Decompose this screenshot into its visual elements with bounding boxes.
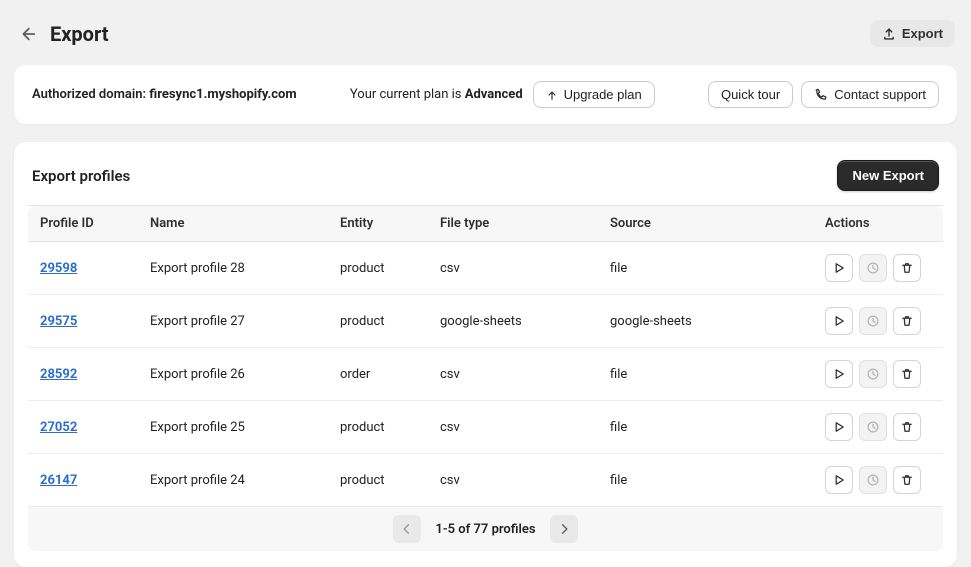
next-page-button[interactable]	[550, 515, 578, 543]
table-row: 27052 Export profile 25 product csv file	[28, 401, 943, 454]
run-button[interactable]	[825, 254, 853, 282]
clock-icon	[866, 367, 880, 381]
col-file-type: File type	[428, 206, 598, 242]
profile-id-link[interactable]: 29575	[40, 314, 77, 329]
table-row: 29598 Export profile 28 product csv file	[28, 242, 943, 295]
row-name: Export profile 28	[138, 242, 328, 295]
row-name: Export profile 26	[138, 348, 328, 401]
clock-icon	[866, 420, 880, 434]
export-icon	[882, 27, 896, 41]
quick-tour-label: Quick tour	[721, 87, 780, 102]
back-button[interactable]	[16, 23, 38, 45]
upgrade-plan-label: Upgrade plan	[564, 87, 642, 102]
trash-icon	[900, 420, 914, 434]
prev-page-button[interactable]	[393, 515, 421, 543]
export-button-label: Export	[902, 26, 943, 41]
play-icon	[832, 314, 846, 328]
domain-value: firesync1.myshopify.com	[149, 87, 296, 102]
row-file-type: csv	[428, 401, 598, 454]
schedule-button[interactable]	[859, 254, 887, 282]
play-icon	[832, 261, 846, 275]
profile-id-link[interactable]: 27052	[40, 420, 77, 435]
row-name: Export profile 24	[138, 454, 328, 507]
page-title: Export	[50, 22, 109, 46]
card-title: Export profiles	[32, 167, 130, 185]
profile-id-link[interactable]: 29598	[40, 261, 77, 276]
arrow-left-icon	[18, 25, 36, 43]
phone-icon	[814, 88, 828, 102]
row-source: file	[598, 242, 813, 295]
run-button[interactable]	[825, 466, 853, 494]
chevron-right-icon	[557, 522, 571, 536]
row-entity: product	[328, 454, 428, 507]
col-source: Source	[598, 206, 813, 242]
run-button[interactable]	[825, 413, 853, 441]
run-button[interactable]	[825, 307, 853, 335]
plan-text: Your current plan is Advanced	[350, 87, 523, 102]
new-export-label: New Export	[852, 168, 924, 183]
row-source: file	[598, 454, 813, 507]
trash-icon	[900, 314, 914, 328]
schedule-button[interactable]	[859, 413, 887, 441]
row-file-type: csv	[428, 348, 598, 401]
trash-icon	[900, 261, 914, 275]
plan-value: Advanced	[465, 87, 523, 102]
col-name: Name	[138, 206, 328, 242]
profile-id-link[interactable]: 28592	[40, 367, 77, 382]
authorized-domain: Authorized domain: firesync1.myshopify.c…	[32, 87, 297, 102]
info-bar: Authorized domain: firesync1.myshopify.c…	[14, 65, 957, 124]
chevron-left-icon	[400, 522, 414, 536]
export-button[interactable]: Export	[870, 20, 955, 47]
row-source: file	[598, 401, 813, 454]
row-source: google-sheets	[598, 295, 813, 348]
row-entity: product	[328, 401, 428, 454]
col-entity: Entity	[328, 206, 428, 242]
table-row: 26147 Export profile 24 product csv file	[28, 454, 943, 507]
clock-icon	[866, 314, 880, 328]
table-row: 29575 Export profile 27 product google-s…	[28, 295, 943, 348]
play-icon	[832, 473, 846, 487]
upgrade-plan-button[interactable]: Upgrade plan	[533, 81, 655, 108]
domain-prefix: Authorized domain:	[32, 87, 149, 102]
contact-support-label: Contact support	[834, 87, 926, 102]
delete-button[interactable]	[893, 254, 921, 282]
schedule-button[interactable]	[859, 360, 887, 388]
row-name: Export profile 25	[138, 401, 328, 454]
run-button[interactable]	[825, 360, 853, 388]
row-file-type: csv	[428, 454, 598, 507]
profiles-table: Profile ID Name Entity File type Source …	[28, 205, 943, 507]
table-row: 28592 Export profile 26 order csv file	[28, 348, 943, 401]
delete-button[interactable]	[893, 307, 921, 335]
row-file-type: csv	[428, 242, 598, 295]
play-icon	[832, 367, 846, 381]
contact-support-button[interactable]: Contact support	[801, 81, 939, 108]
row-entity: product	[328, 242, 428, 295]
new-export-button[interactable]: New Export	[837, 160, 939, 191]
row-source: file	[598, 348, 813, 401]
row-entity: order	[328, 348, 428, 401]
plan-prefix: Your current plan is	[350, 87, 465, 102]
delete-button[interactable]	[893, 360, 921, 388]
delete-button[interactable]	[893, 466, 921, 494]
delete-button[interactable]	[893, 413, 921, 441]
trash-icon	[900, 367, 914, 381]
clock-icon	[866, 261, 880, 275]
export-profiles-card: Export profiles New Export Profile ID Na…	[14, 142, 957, 567]
arrow-up-icon	[546, 89, 558, 101]
schedule-button[interactable]	[859, 307, 887, 335]
trash-icon	[900, 473, 914, 487]
pagination: 1-5 of 77 profiles	[28, 507, 943, 551]
col-actions: Actions	[813, 206, 943, 242]
col-profile-id: Profile ID	[28, 206, 138, 242]
row-entity: product	[328, 295, 428, 348]
clock-icon	[866, 473, 880, 487]
profile-id-link[interactable]: 26147	[40, 473, 77, 488]
schedule-button[interactable]	[859, 466, 887, 494]
row-name: Export profile 27	[138, 295, 328, 348]
play-icon	[832, 420, 846, 434]
row-file-type: google-sheets	[428, 295, 598, 348]
quick-tour-button[interactable]: Quick tour	[708, 81, 793, 108]
